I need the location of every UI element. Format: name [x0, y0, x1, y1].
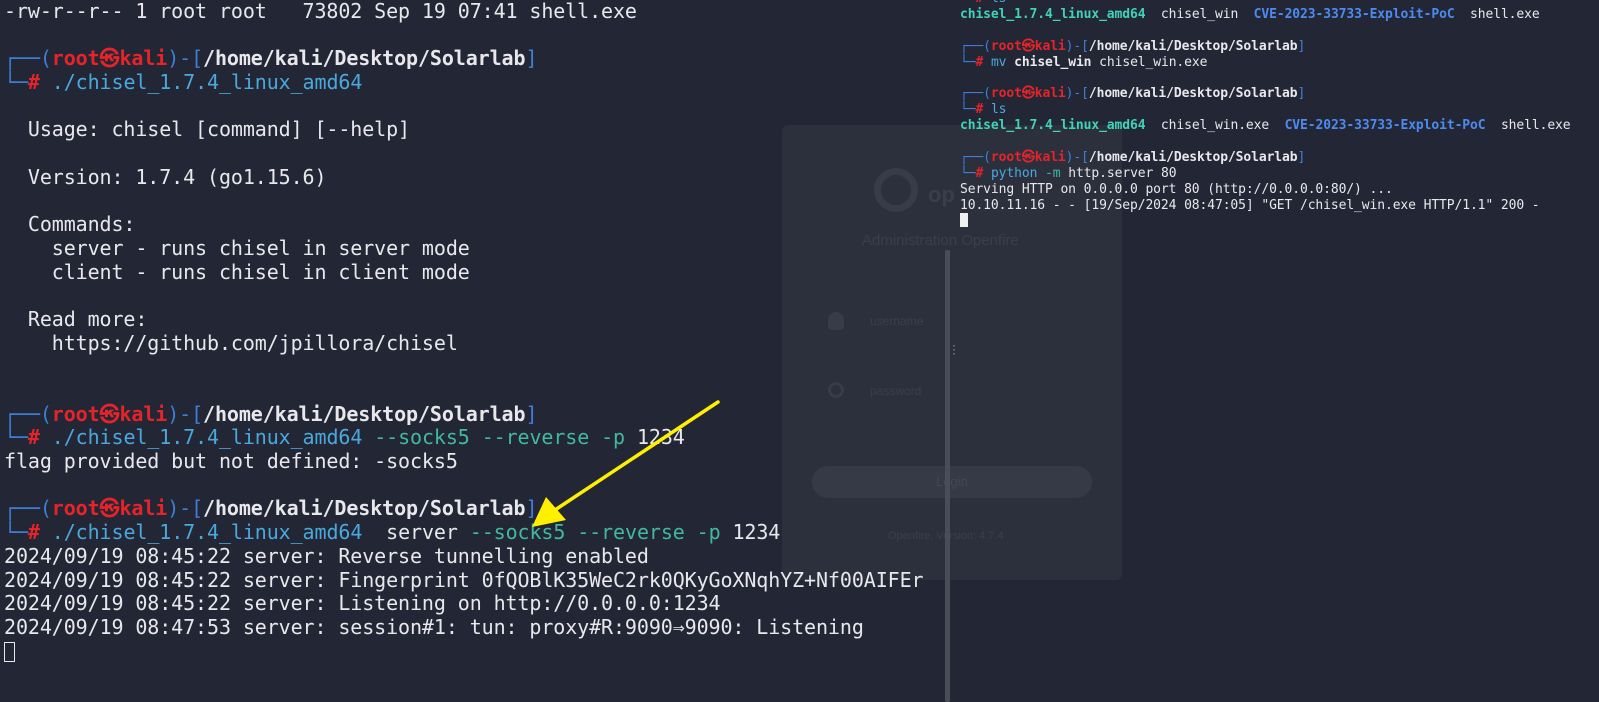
right-terminal-output: └─# ls chisel_1.7.4_linux_amd64 chisel_w… — [960, 0, 1571, 229]
cursor-line — [960, 213, 1571, 229]
command-line: └─# ls — [960, 102, 1007, 118]
command-line: └─# mv chisel_win chisel_win.exe — [960, 54, 1208, 70]
command-line: └─# ls — [960, 0, 1571, 7]
prompt-header: ┌──(root㉿kali)-[/home/kali/Desktop/Solar… — [960, 86, 1306, 102]
read-more-label: Read more: — [4, 306, 148, 331]
ls-output-line: -rw-r--r-- 1 root root 73802 Sep 19 07:4… — [4, 0, 637, 23]
pane-splitter[interactable] — [945, 250, 950, 702]
left-terminal-pane[interactable]: -rw-r--r-- 1 root root 73802 Sep 19 07:4… — [0, 0, 944, 702]
version-line: Version: 1.7.4 (go1.15.6) — [4, 164, 327, 189]
cursor-line — [4, 640, 923, 664]
command-line: └─# ./chisel_1.7.4_linux_amd64 server --… — [4, 520, 781, 545]
read-more-url: https://github.com/jpillora/chisel — [4, 330, 458, 355]
server-log-line: 2024/09/19 08:45:22 server: Fingerprint … — [4, 567, 924, 592]
server-log-line: 2024/09/19 08:47:53 server: session#1: t… — [4, 614, 864, 639]
right-terminal-pane[interactable]: └─# ls chisel_1.7.4_linux_amd64 chisel_w… — [952, 0, 1599, 702]
server-log-line: 2024/09/19 08:45:22 server: Reverse tunn… — [4, 543, 649, 568]
left-terminal-output: -rw-r--r-- 1 root root 73802 Sep 19 07:4… — [4, 0, 924, 664]
http-request-log: 10.10.11.16 - - [19/Sep/2024 08:47:05] "… — [960, 197, 1540, 213]
ls-output-line: chisel_1.7.4_linux_amd64 chisel_win CVE-… — [960, 6, 1540, 22]
ls-output-line: chisel_1.7.4_linux_amd64 chisel_win.exe … — [960, 118, 1571, 134]
command-server-desc: server - runs chisel in server mode — [4, 235, 470, 260]
usage-line: Usage: chisel [command] [--help] — [4, 117, 410, 142]
command-client-desc: client - runs chisel in client mode — [4, 259, 470, 284]
prompt-header: ┌──(root㉿kali)-[/home/kali/Desktop/Solar… — [4, 496, 538, 521]
command-line: └─# ./chisel_1.7.4_linux_amd64 --socks5 … — [4, 425, 685, 450]
error-line: flag provided but not defined: -socks5 — [4, 449, 458, 474]
server-log-line: 2024/09/19 08:45:22 server: Listening on… — [4, 591, 721, 616]
prompt-header: ┌──(root㉿kali)-[/home/kali/Desktop/Solar… — [960, 149, 1306, 165]
prompt-header: ┌──(root㉿kali)-[/home/kali/Desktop/Solar… — [960, 38, 1306, 54]
terminal-cursor — [960, 213, 968, 228]
commands-header: Commands: — [4, 212, 136, 237]
terminal-cursor — [4, 641, 15, 662]
prompt-header: ┌──(root㉿kali)-[/home/kali/Desktop/Solar… — [4, 46, 538, 71]
command-line: └─# ./chisel_1.7.4_linux_amd64 — [4, 70, 363, 95]
prompt-header: ┌──(root㉿kali)-[/home/kali/Desktop/Solar… — [4, 401, 538, 426]
command-line: └─# python -m http.server 80 — [960, 165, 1177, 181]
http-server-status: Serving HTTP on 0.0.0.0 port 80 (http://… — [960, 181, 1393, 197]
